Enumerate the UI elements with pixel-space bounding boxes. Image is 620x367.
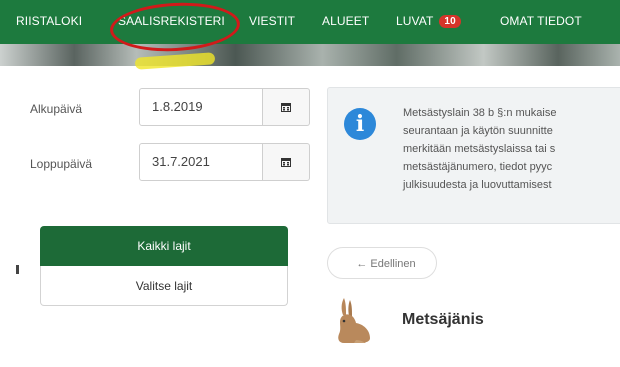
info-text-line: seurantaan ja käytön suunnitte	[403, 125, 553, 137]
nav-riistaloki[interactable]: RIISTALOKI	[16, 14, 82, 28]
nav-saalisrekisteri[interactable]: SAALISREKISTERI	[118, 14, 225, 28]
header-banner-image	[0, 44, 620, 66]
nav-alueet[interactable]: ALUEET	[322, 14, 369, 28]
info-text-line: metsästäjänumero, tiedot pyyc	[403, 161, 553, 173]
info-icon: i	[344, 108, 376, 140]
choose-species-button[interactable]: Valitse lajit	[40, 266, 288, 306]
all-species-button[interactable]: Kaikki lajit	[40, 226, 288, 266]
top-navigation: RIISTALOKI SAALISREKISTERI VIESTIT ALUEE…	[0, 0, 620, 44]
end-date-calendar-button[interactable]	[263, 143, 310, 181]
side-marker	[16, 265, 19, 274]
nav-luvat[interactable]: LUVAT 10	[396, 14, 461, 28]
info-text-line: merkitään metsästyslaissa tai s	[403, 143, 556, 155]
start-date-input[interactable]: 1.8.2019	[139, 88, 263, 126]
calendar-icon	[281, 103, 291, 112]
hare-icon	[338, 298, 370, 343]
nav-viestit[interactable]: VIESTIT	[249, 14, 295, 28]
info-notice-box: i Metsästyslain 38 b §:n mukaise seurant…	[327, 87, 620, 224]
start-date-calendar-button[interactable]	[263, 88, 310, 126]
luvat-count-badge: 10	[439, 15, 461, 28]
previous-button[interactable]: ← Edellinen	[327, 247, 437, 279]
nav-luvat-label: LUVAT	[396, 14, 434, 28]
calendar-icon	[281, 158, 291, 167]
info-text-line: Metsästyslain 38 b §:n mukaise	[403, 107, 557, 119]
species-name: Metsäjänis	[402, 311, 484, 328]
end-date-input[interactable]: 31.7.2021	[139, 143, 263, 181]
info-text-line: julkisuudesta ja luovuttamisest	[403, 179, 552, 191]
end-date-label: Loppupäivä	[30, 157, 93, 171]
nav-omat-tiedot[interactable]: OMAT TIEDOT	[500, 14, 582, 28]
start-date-label: Alkupäivä	[30, 102, 83, 116]
